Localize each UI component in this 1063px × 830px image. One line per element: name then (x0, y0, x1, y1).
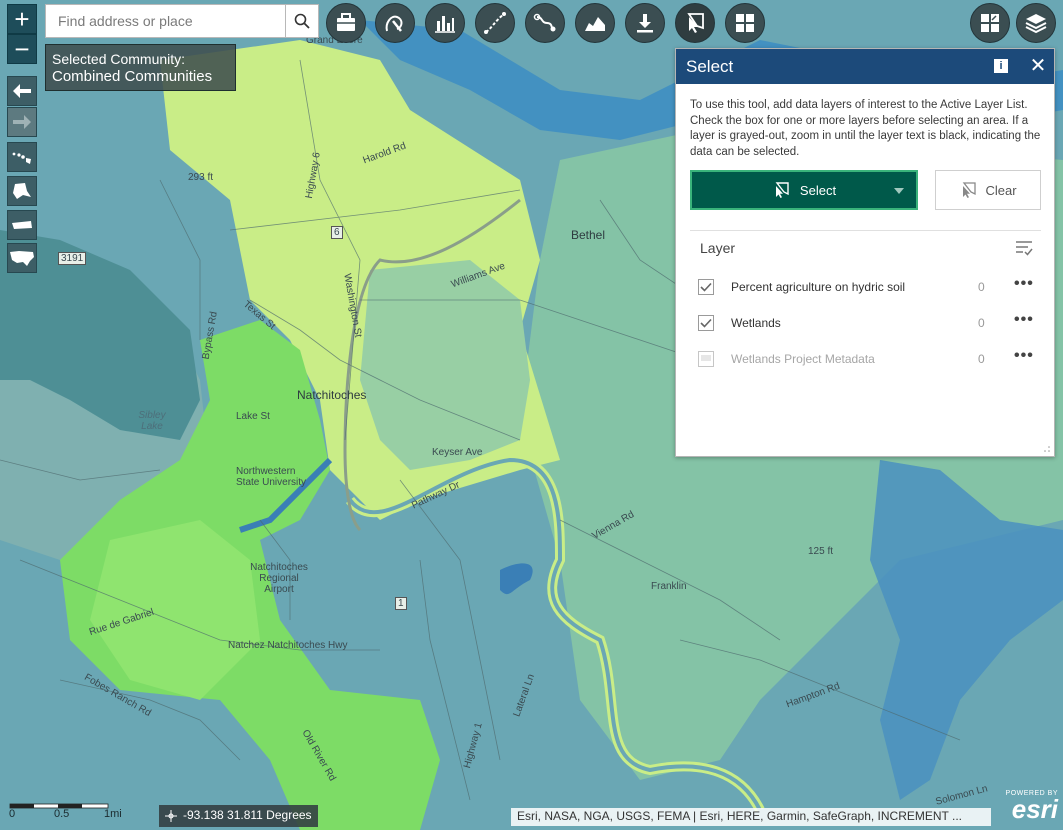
zoom-in-button[interactable]: + (7, 4, 37, 34)
resize-handle-icon[interactable] (1043, 445, 1051, 453)
basemap-gallery-icon (981, 14, 999, 32)
panel-header: Select i ✕ (676, 49, 1054, 84)
measure-icon (484, 12, 506, 34)
select-tool-button[interactable] (675, 3, 715, 43)
layer-name-agriculture: Percent agriculture on hydric soil (731, 280, 906, 294)
search-input[interactable] (46, 5, 285, 37)
puerto-rico-icon (12, 221, 32, 229)
filter-list-icon[interactable] (1014, 239, 1034, 257)
map-city-core (360, 260, 530, 470)
search-bar (45, 4, 319, 38)
drawing-icon (385, 15, 403, 32)
layers-button[interactable] (1016, 3, 1056, 43)
extent-alaska-button[interactable] (7, 176, 37, 206)
usa-map-icon (10, 251, 34, 266)
profile-button[interactable] (575, 3, 615, 43)
panel-divider (690, 230, 1041, 231)
select-button-label: Select (799, 182, 837, 198)
clear-selection-icon (963, 182, 977, 198)
layer-name-wetlands-metadata: Wetlands Project Metadata (731, 352, 875, 366)
checkmark-icon (700, 282, 712, 292)
profile-icon (585, 17, 605, 31)
alaska-icon (13, 183, 31, 199)
directions-button[interactable] (525, 3, 565, 43)
chart-icon (435, 16, 455, 33)
layer-count-agriculture: 0 (978, 280, 985, 294)
measure-button[interactable] (475, 3, 515, 43)
panel-description: To use this tool, add data layers of int… (690, 99, 1041, 158)
info-icon[interactable]: i (994, 59, 1008, 73)
select-button[interactable]: Select (690, 170, 918, 210)
drawing-button[interactable] (375, 3, 415, 43)
clear-button[interactable]: Clear (935, 170, 1041, 210)
coordinate-readout[interactable]: -93.138 31.811 Degrees (159, 805, 318, 827)
scale-label-half: 0.5 (54, 808, 70, 820)
select-cursor-icon (775, 182, 789, 198)
extent-puerto-rico-button[interactable] (7, 210, 37, 240)
briefcase-icon (337, 13, 355, 31)
select-tool-icon (687, 13, 704, 33)
coordinate-text: -93.138 31.811 Degrees (183, 808, 312, 822)
checkmark-icon (700, 318, 712, 328)
hawaii-icon (12, 152, 31, 164)
select-panel: Select i ✕ To use this tool, add data la… (675, 48, 1055, 457)
arrow-right-icon (13, 115, 31, 129)
arrow-left-icon (13, 84, 31, 98)
selected-community-box: Selected Community: Combined Communities (45, 44, 236, 91)
widget-grid-icon (736, 14, 754, 32)
scale-label-one: 1mi (104, 808, 122, 820)
chevron-down-icon[interactable] (894, 188, 904, 194)
layer-checkbox-wetlands-metadata[interactable] (698, 351, 714, 367)
disabled-checkbox-icon (701, 355, 711, 361)
esri-wordmark: esri (1011, 794, 1058, 824)
close-icon[interactable]: ✕ (1028, 55, 1048, 77)
chart-button[interactable] (425, 3, 465, 43)
download-button[interactable] (625, 3, 665, 43)
map-attribution[interactable]: Esri, NASA, NGA, USGS, FEMA | Esri, HERE… (511, 808, 991, 826)
clear-button-label: Clear (985, 182, 1017, 198)
layer-count-wetlands: 0 (978, 316, 985, 330)
briefcase-button[interactable] (326, 3, 366, 43)
layer-count-wetlands-metadata: 0 (978, 352, 985, 366)
community-label: Selected Community: (52, 51, 186, 67)
previous-extent-button[interactable] (7, 76, 37, 106)
next-extent-button[interactable] (7, 107, 37, 137)
extent-conus-button[interactable] (7, 243, 37, 273)
scale-label-zero: 0 (9, 808, 16, 820)
layer-row-wetlands[interactable]: Wetlands 0 ••• (698, 311, 1036, 335)
extent-hawaii-button[interactable] (7, 142, 37, 172)
zoom-out-button[interactable]: − (7, 34, 37, 64)
search-button[interactable] (285, 5, 318, 37)
layer-row-agriculture[interactable]: Percent agriculture on hydric soil 0 ••• (698, 275, 1036, 299)
more-options-icon[interactable]: ••• (1014, 312, 1034, 328)
community-value: Combined Communities (52, 68, 213, 85)
layer-checkbox-wetlands[interactable] (698, 315, 714, 331)
basemap-gallery-button[interactable] (970, 3, 1010, 43)
layers-icon (1025, 14, 1047, 34)
layer-row-wetlands-metadata[interactable]: Wetlands Project Metadata 0 ••• (698, 347, 1036, 371)
widget-grid-button[interactable] (725, 3, 765, 43)
crosshair-icon (165, 810, 177, 822)
esri-logo[interactable]: POWERED BY esri (996, 790, 1058, 826)
download-icon (637, 14, 653, 33)
layer-checkbox-agriculture[interactable] (698, 279, 714, 295)
more-options-icon[interactable]: ••• (1014, 348, 1034, 364)
search-icon (294, 13, 310, 29)
panel-title: Select (686, 56, 734, 76)
more-options-icon[interactable]: ••• (1014, 276, 1034, 292)
layer-name-wetlands: Wetlands (731, 316, 781, 330)
directions-icon (533, 13, 556, 32)
layer-header: Layer (700, 240, 736, 256)
